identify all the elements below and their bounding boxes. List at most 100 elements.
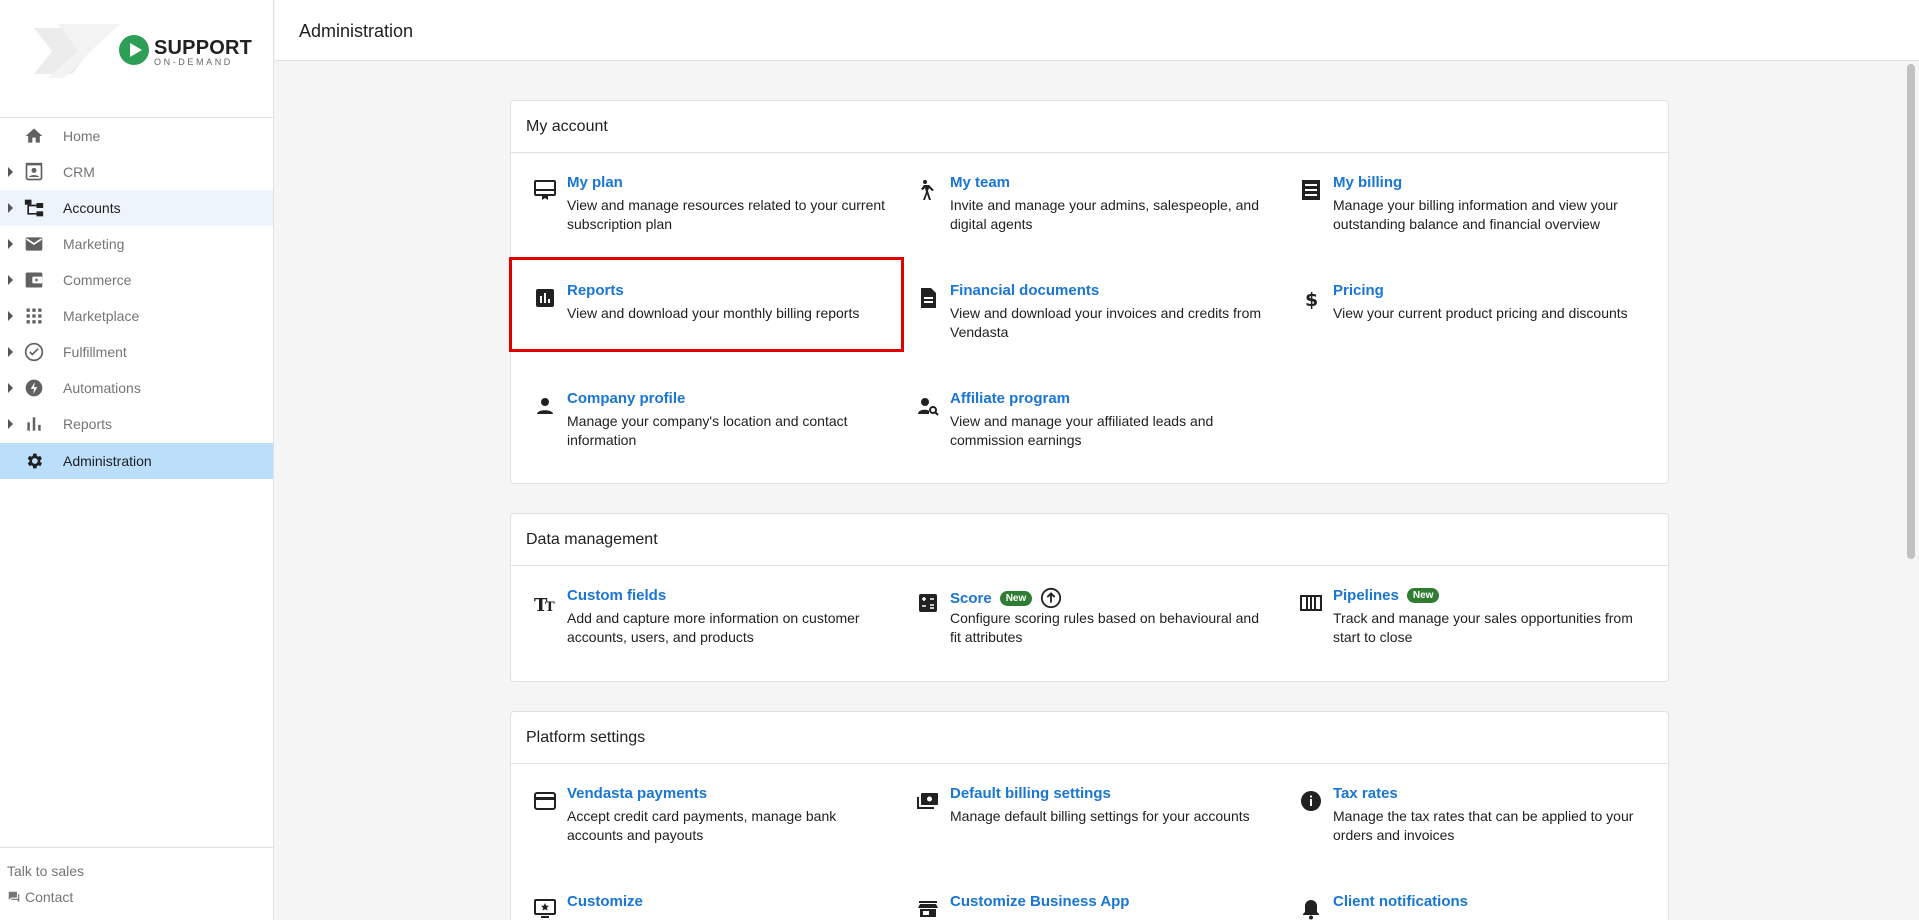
customize-link[interactable]: Customize [567, 893, 643, 910]
dollar-icon: $ [1305, 289, 1318, 310]
default-billing-settings-item[interactable]: Default billing settings Manage default … [894, 764, 1277, 872]
pricing-item[interactable]: $ Pricing View your current product pric… [1277, 261, 1660, 369]
mail-icon [25, 237, 43, 251]
sidebar-item-crm[interactable]: CRM [0, 154, 273, 190]
gear-icon [27, 453, 42, 469]
section-title: Platform settings [511, 712, 1668, 764]
pipelines-link[interactable]: Pipelines [1333, 587, 1399, 604]
page-header: Administration [275, 0, 1919, 61]
payments-icon [917, 793, 938, 809]
tax-rates-link[interactable]: Tax rates [1333, 785, 1398, 802]
sidebar-item-marketing[interactable]: Marketing [0, 226, 273, 262]
sidebar-item-commerce[interactable]: Commerce [0, 262, 273, 298]
my-billing-link[interactable]: My billing [1333, 174, 1402, 191]
talk-to-sales-link[interactable]: Talk to sales [7, 863, 84, 879]
score-link[interactable]: Score [950, 590, 992, 607]
home-icon [25, 128, 43, 143]
section-title: Data management [511, 514, 1668, 566]
account-tree-icon [24, 199, 44, 217]
sidebar-item-fulfillment[interactable]: Fulfillment [0, 334, 273, 370]
sidebar-item-accounts[interactable]: Accounts [0, 190, 273, 226]
company-profile-description: Manage your company's location and conta… [567, 413, 848, 448]
my-plan-item[interactable]: My plan View and manage resources relate… [511, 153, 894, 261]
affiliate-program-link[interactable]: Affiliate program [950, 390, 1070, 407]
svg-text:$: $ [1305, 289, 1318, 310]
my-plan-description: View and manage resources related to you… [567, 197, 886, 232]
pricing-link[interactable]: Pricing [1333, 282, 1384, 299]
my-billing-item[interactable]: My billing Manage your billing informati… [1277, 153, 1660, 261]
expand-caret-icon[interactable] [8, 419, 13, 429]
expand-caret-icon[interactable] [8, 347, 13, 357]
expand-caret-icon[interactable] [8, 203, 13, 213]
score-item[interactable]: Score New Configure scoring rules based … [894, 566, 1277, 674]
brand-tagline: ON-DEMAND [154, 57, 233, 67]
company-profile-link[interactable]: Company profile [567, 390, 685, 407]
sidebar-item-administration[interactable]: Administration [0, 443, 273, 479]
expand-caret-icon[interactable] [8, 239, 13, 249]
sidebar-item-label: Reports [63, 416, 113, 432]
customize-business-app-item[interactable]: Customize Business App [894, 872, 1277, 920]
contact-card-icon [25, 162, 43, 181]
sidebar-item-marketplace[interactable]: Marketplace [0, 298, 273, 334]
expand-caret-icon[interactable] [8, 167, 13, 177]
default-billing-settings-description: Manage default billing settings for your… [950, 808, 1250, 824]
receipt-icon [1302, 180, 1320, 200]
client-notifications-link[interactable]: Client notifications [1333, 893, 1468, 910]
sidebar-item-label: Marketing [63, 236, 125, 252]
vendasta-payments-item[interactable]: Vendasta payments Accept credit card pay… [511, 764, 894, 872]
document-icon [921, 288, 936, 308]
affiliate-program-description: View and manage your affiliated leads an… [950, 413, 1214, 448]
tax-rates-description: Manage the tax rates that can be applied… [1333, 808, 1634, 843]
team-icon [921, 180, 934, 200]
expand-caret-icon[interactable] [8, 275, 13, 285]
sidebar-item-label: Accounts [63, 200, 121, 216]
new-badge: New [1406, 588, 1440, 603]
my-plan-link[interactable]: My plan [567, 174, 623, 191]
contact-link[interactable]: Contact [7, 889, 73, 905]
pipelines-item[interactable]: Pipelines New Track and manage your sale… [1277, 566, 1660, 674]
financial-documents-link[interactable]: Financial documents [950, 282, 1099, 299]
reports-highlight-box [509, 257, 904, 352]
sidebar-item-home[interactable]: Home [0, 118, 273, 154]
view-column-icon [1300, 595, 1322, 611]
scrollbar-thumb[interactable] [1907, 64, 1915, 559]
calculate-icon [919, 594, 937, 612]
tax-rates-item[interactable]: Tax rates Manage the tax rates that can … [1277, 764, 1660, 872]
affiliate-program-item[interactable]: Affiliate program View and manage your a… [894, 369, 1277, 477]
financial-documents-description: View and download your invoices and cred… [950, 305, 1262, 340]
person-icon [537, 398, 553, 414]
default-billing-settings-link[interactable]: Default billing settings [950, 785, 1111, 802]
text-fields-icon: TT [534, 595, 555, 615]
financial-documents-item[interactable]: Financial documents View and download yo… [894, 261, 1277, 369]
vendasta-payments-link[interactable]: Vendasta payments [567, 785, 707, 802]
apps-grid-icon [26, 308, 42, 324]
person-search-icon [918, 398, 939, 416]
custom-fields-item[interactable]: TT Custom fields Add and capture more in… [511, 566, 894, 674]
client-notifications-item[interactable]: Client notifications [1277, 872, 1660, 920]
section-title: My account [511, 101, 1668, 153]
my-team-description: Invite and manage your admins, salespeop… [950, 197, 1259, 232]
sidebar-item-reports[interactable]: Reports [0, 406, 273, 442]
bar-chart-icon [27, 417, 41, 431]
pipelines-title-row: Pipelines New [1333, 587, 1440, 604]
my-team-item[interactable]: My team Invite and manage your admins, s… [894, 153, 1277, 261]
customize-item[interactable]: Customize [511, 872, 894, 920]
pipelines-description: Track and manage your sales opportunitie… [1333, 610, 1633, 645]
bell-icon [1303, 900, 1319, 920]
company-profile-item[interactable]: Company profile Manage your company's lo… [511, 369, 894, 477]
logo[interactable]: SUPPORT ON-DEMAND [0, 0, 273, 118]
score-title-row: Score New [950, 587, 1062, 609]
sidebar-item-label: Administration [63, 453, 152, 469]
my-team-link[interactable]: My team [950, 174, 1010, 191]
expand-caret-icon[interactable] [8, 383, 13, 393]
wallet-icon [25, 272, 43, 288]
svg-text:T: T [545, 600, 555, 615]
custom-fields-link[interactable]: Custom fields [567, 587, 666, 604]
scrollbar[interactable] [1903, 61, 1919, 920]
upgrade-arrow-icon[interactable] [1040, 587, 1062, 609]
customize-business-app-link[interactable]: Customize Business App [950, 893, 1129, 910]
custom-fields-description: Add and capture more information on cust… [567, 610, 860, 645]
expand-caret-icon[interactable] [8, 311, 13, 321]
sidebar-item-automations[interactable]: Automations [0, 370, 273, 406]
pricing-description: View your current product pricing and di… [1333, 305, 1628, 321]
